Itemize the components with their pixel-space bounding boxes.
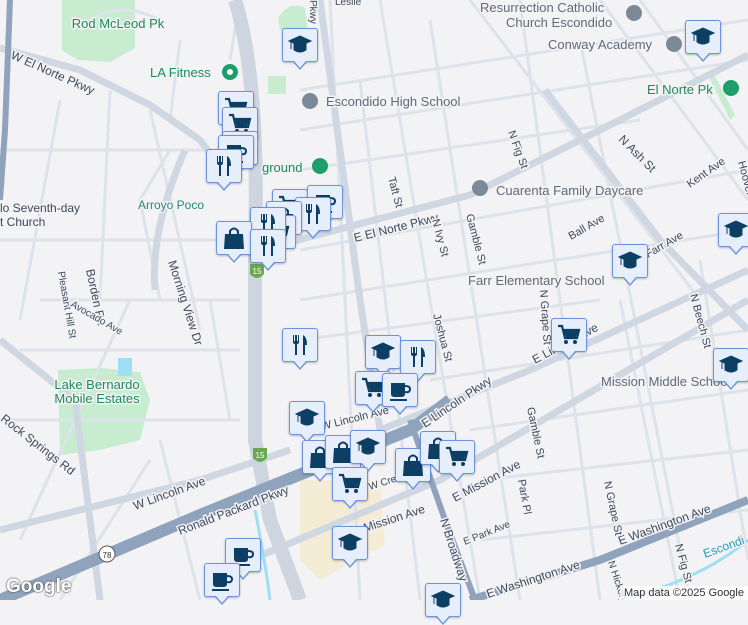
street-label: Park Pl: [515, 478, 533, 515]
school-icon: [295, 408, 319, 426]
school-icon: [691, 27, 715, 45]
place-label-seventh-day[interactable]: lo Seventh-day: [0, 200, 82, 217]
route-15-shield-south: 15: [253, 448, 267, 462]
school-pin-icon[interactable]: [302, 93, 318, 109]
grocery-icon: [337, 473, 362, 495]
place-label-cuarenta[interactable]: Cuarenta Family Daycare: [495, 182, 645, 200]
place-label-conway[interactable]: Conway Academy: [547, 36, 655, 54]
street-label: Leslie: [335, 0, 362, 8]
lake: [118, 358, 132, 376]
restaurant-icon: [261, 236, 275, 256]
map-marker-school[interactable]: [350, 430, 386, 472]
school-icon: [338, 533, 362, 551]
restaurant-icon: [217, 156, 231, 176]
map-marker-restaurant[interactable]: [250, 229, 286, 271]
place-label-playground[interactable]: ground: [261, 159, 304, 177]
map-marker-school[interactable]: [332, 526, 368, 568]
map-marker-school[interactable]: [289, 401, 325, 443]
place-label-resurrection-2[interactable]: Church Escondido: [505, 14, 614, 32]
school-icon: [724, 220, 748, 238]
place-label-farr-elementary[interactable]: Farr Elementary School: [467, 272, 607, 290]
place-label-la-fitness[interactable]: LA Fitness: [149, 64, 213, 82]
route-78-shield: 78: [98, 545, 116, 563]
place-label-resurrection[interactable]: Resurrection Catholic: [479, 0, 607, 17]
map-marker-school[interactable]: [713, 348, 748, 390]
map-marker-school[interactable]: [365, 335, 401, 377]
map-marker-school[interactable]: [425, 583, 461, 625]
restaurant-icon: [411, 347, 425, 367]
road-n-ash: [542, 87, 748, 333]
place-label-rod-mcleod[interactable]: Rod McLeod Pk: [70, 15, 166, 33]
street-label: N Ash St: [616, 132, 659, 175]
map-attribution[interactable]: Map data ©2025 Google: [619, 586, 748, 600]
map-marker-grocery[interactable]: [551, 318, 587, 360]
google-logo: Google: [6, 576, 72, 597]
map-marker-cafe[interactable]: [382, 373, 418, 415]
map-marker-grocery[interactable]: [439, 440, 475, 482]
park-small: [268, 76, 286, 94]
street-label: Kent Ave: [685, 155, 728, 190]
map-marker-cafe[interactable]: [204, 563, 240, 605]
restaurant-icon: [293, 335, 307, 355]
fitness-pin-dot: [227, 69, 233, 75]
street-label: W Cre: [368, 474, 399, 493]
place-label-mission-middle[interactable]: Mission Middle School: [600, 373, 732, 391]
grocery-icon: [556, 324, 581, 346]
park-pin-icon[interactable]: [723, 80, 739, 96]
map-canvas[interactable]: W El Norte Pkwy E El Norte Pkwy Morning …: [0, 0, 748, 600]
place-label-lake-bernardo-2[interactable]: Mobile Estates: [53, 390, 142, 408]
map-marker-school[interactable]: [612, 244, 648, 286]
street-label: N Grape St: [601, 480, 624, 536]
road-left-freeway: [0, 0, 13, 201]
school-icon: [356, 437, 380, 455]
map-marker-school[interactable]: [718, 213, 748, 255]
daycare-pin-icon[interactable]: [472, 180, 488, 196]
place-label-escondido-high[interactable]: Escondido High School: [325, 93, 463, 111]
map-marker-school[interactable]: [282, 28, 318, 70]
church-pin-icon[interactable]: [626, 5, 642, 21]
school-icon: [431, 590, 455, 608]
school-icon: [371, 342, 395, 360]
street-label: E Lincoln Pkwy: [419, 373, 494, 430]
place-label-el-norte-pk[interactable]: El Norte Pk: [646, 81, 715, 99]
place-label-seventh-day-2[interactable]: t Church: [0, 214, 47, 231]
park-pin-icon[interactable]: [312, 158, 328, 174]
street-label: Pkwy: [307, 0, 318, 24]
map-marker-restaurant[interactable]: [206, 149, 242, 191]
map-marker-restaurant[interactable]: [400, 340, 436, 382]
cafe-icon: [389, 382, 411, 402]
map-marker-restaurant[interactable]: [282, 328, 318, 370]
street-label: Ball Ave: [567, 212, 607, 242]
place-label-arroyo-poco: Arroyo Poco: [138, 198, 204, 212]
school-pin-icon[interactable]: [666, 36, 682, 52]
svg-text:15: 15: [256, 451, 265, 460]
school-icon: [618, 251, 642, 269]
park-north: [278, 5, 308, 30]
school-icon: [719, 355, 743, 373]
grocery-icon: [444, 446, 469, 468]
map-marker-school[interactable]: [685, 20, 721, 62]
svg-text:78: 78: [103, 551, 112, 560]
place-label-lake-bernardo[interactable]: Lake Bernardo: [53, 376, 141, 394]
map-marker-shopping[interactable]: [216, 221, 252, 263]
street-label: N Fig St: [505, 129, 530, 170]
map-marker-grocery[interactable]: [332, 467, 368, 509]
street-label: Taft St: [385, 176, 405, 209]
restaurant-icon: [306, 204, 320, 224]
cafe-icon: [211, 572, 233, 592]
shopping-icon: [223, 227, 245, 250]
street-label: N Broadway: [437, 517, 471, 584]
street-label: E Washington Ave: [485, 557, 582, 600]
school-icon: [288, 35, 312, 53]
